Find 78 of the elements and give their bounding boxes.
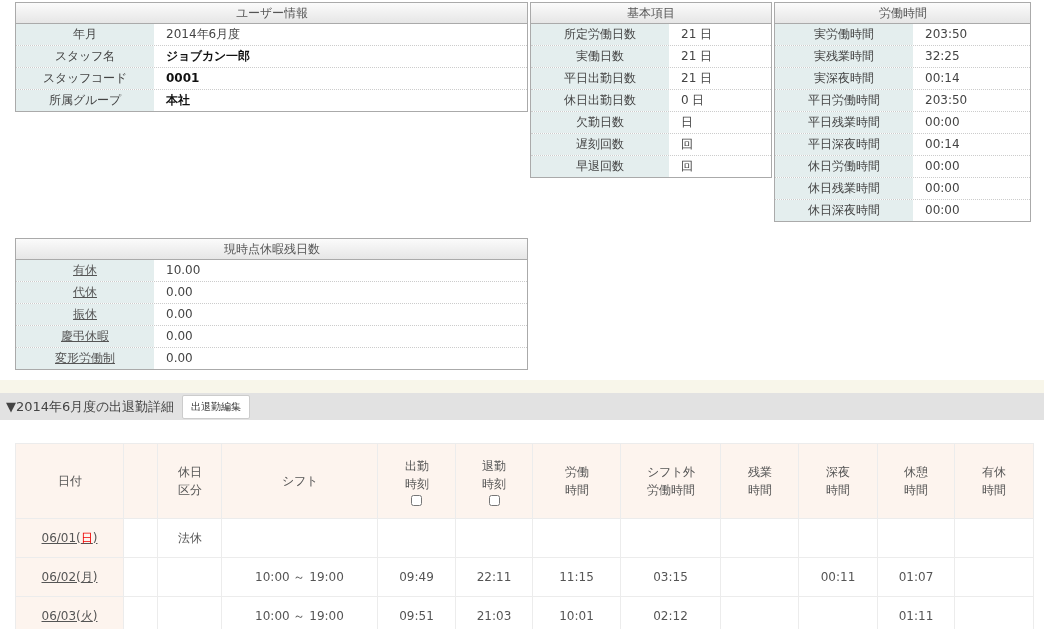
field-label: 休日残業時間: [775, 178, 913, 199]
leave-balance-value: 0.00: [165, 350, 193, 367]
edit-attendance-button[interactable]: 出退勤編集: [182, 394, 251, 419]
column-label: 労働時間: [564, 464, 589, 499]
field-label: 平日残業時間: [775, 112, 913, 133]
column-label: 深夜時間: [826, 464, 850, 499]
column-label: シフト外労働時間: [646, 464, 695, 499]
field-value: 日: [680, 114, 693, 131]
field-label: 平日労働時間: [775, 90, 913, 111]
clock-out-cell: 22:11: [455, 557, 533, 597]
work-hours-cell: 11:15: [532, 557, 621, 597]
leave-type-link[interactable]: 代休: [73, 285, 97, 299]
date-link[interactable]: 06/03(火): [41, 608, 98, 623]
field-label: 休日深夜時間: [775, 200, 913, 221]
field-value: 32:25: [924, 48, 960, 65]
off-shift-hours-cell: 03:15: [620, 557, 721, 597]
column-label: シフト: [281, 473, 318, 490]
select-all-checkbox[interactable]: [411, 494, 422, 506]
break-cell: 01:07: [877, 557, 955, 597]
column-label: 退勤時刻: [482, 457, 506, 493]
field-value: 203:50: [924, 92, 968, 109]
panel-title: 基本項目: [531, 3, 771, 24]
column-label: 休日区分: [177, 464, 202, 499]
column-label: 日付: [57, 473, 82, 490]
field-value: 00:00: [924, 158, 960, 175]
clock-in-cell: 09:49: [377, 557, 456, 597]
field-value: 0 日: [680, 92, 705, 109]
leave-type-link[interactable]: 振休: [73, 307, 97, 321]
field-label: スタッフ名: [16, 46, 154, 67]
field-value: 00:14: [924, 136, 960, 153]
date-link[interactable]: 06/01(日): [41, 530, 98, 545]
field-value: 本社: [165, 92, 190, 109]
field-label: 年月: [16, 24, 154, 45]
column-label: 出勤時刻: [404, 457, 429, 493]
section-title[interactable]: ▼2014年6月度の出退勤詳細: [6, 397, 175, 416]
column-label: 休憩時間: [904, 464, 928, 499]
field-label: 平日出勤日数: [531, 68, 669, 89]
field-label: 欠勤日数: [531, 112, 669, 133]
field-label: 遅刻回数: [531, 134, 669, 155]
field-label: スタッフコード: [16, 68, 154, 89]
field-label: 早退回数: [531, 156, 669, 177]
field-label: 実深夜時間: [775, 68, 913, 89]
field-value: 回: [680, 158, 693, 175]
field-label: 休日労働時間: [775, 156, 913, 177]
leave-balance-value: 10.00: [165, 262, 201, 279]
field-value: 00:00: [924, 202, 960, 219]
field-value: 00:14: [924, 70, 960, 87]
field-value: 00:00: [924, 180, 960, 197]
leave-balance-value: 0.00: [165, 306, 193, 323]
field-label: 所属グループ: [16, 90, 154, 111]
leave-type-link[interactable]: 有休: [73, 263, 97, 277]
field-label: 休日出勤日数: [531, 90, 669, 111]
panel-title: ユーザー情報: [16, 3, 527, 24]
field-value: 0001: [165, 70, 200, 87]
shift-cell: 10:00 ～ 19:00: [221, 557, 378, 597]
column-label: 残業時間: [747, 464, 772, 499]
panel-title: 労働時間: [775, 3, 1030, 24]
date-link[interactable]: 06/02(月): [41, 569, 98, 584]
field-label: 実働日数: [531, 46, 669, 67]
field-label: 実残業時間: [775, 46, 913, 67]
field-value: 回: [680, 136, 693, 153]
field-value: 2014年6月度: [165, 26, 241, 43]
holiday-type-cell: 法休: [157, 518, 222, 558]
field-label: 実労働時間: [775, 24, 913, 45]
leave-balance-value: 0.00: [165, 328, 193, 345]
column-label: 有休時間: [982, 464, 1006, 499]
late-night-cell: 00:11: [798, 557, 878, 597]
field-label: 平日深夜時間: [775, 134, 913, 155]
select-all-checkbox[interactable]: [488, 494, 500, 506]
field-value: 21 日: [680, 48, 713, 65]
field-value: 21 日: [680, 26, 713, 43]
field-value: 203:50: [924, 26, 968, 43]
field-value: 21 日: [680, 70, 713, 87]
field-label: 所定労働日数: [531, 24, 669, 45]
field-value: ジョブカン一郎: [165, 48, 250, 65]
field-value: 00:00: [924, 114, 960, 131]
leave-balance-value: 0.00: [165, 284, 193, 301]
panel-title: 現時点休暇残日数: [16, 239, 527, 260]
